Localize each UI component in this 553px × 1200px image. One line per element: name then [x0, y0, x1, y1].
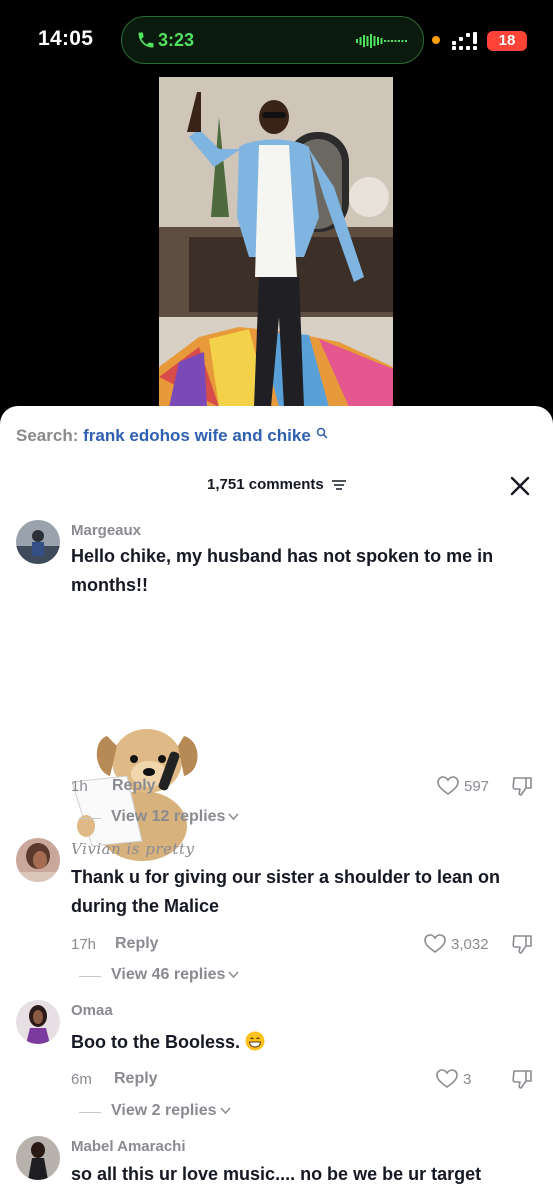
view-replies-label: View 2 replies — [111, 1102, 231, 1120]
status-bar: 14:05 3:23 18 — [0, 0, 553, 80]
video-frame-image — [159, 77, 393, 407]
audio-wave-icon — [356, 34, 407, 48]
search-label: Search: — [16, 426, 79, 445]
comment-text: so all this ur love music.... no be we b… — [71, 1164, 482, 1184]
comment-time: 6m — [71, 1071, 92, 1088]
battery-icon: 18 — [487, 31, 527, 51]
replies-divider — [79, 818, 101, 819]
close-icon[interactable] — [509, 475, 531, 497]
comments-count: 1,751 comments — [207, 476, 324, 493]
phone-icon — [138, 32, 154, 48]
comment-text: Boo to the Booless. — [71, 1032, 241, 1052]
filter-icon[interactable] — [331, 479, 346, 491]
comments-sheet: Search: frank edohos wife and chike 1,75… — [0, 406, 553, 1200]
comment-item: Margeaux Hello chike, my husband has not… — [0, 516, 553, 861]
comment-username[interactable]: Vivian is pretty — [71, 840, 194, 858]
video-player[interactable] — [159, 77, 393, 407]
view-replies-label: View 12 replies — [111, 808, 240, 826]
like-count: 3 — [463, 1071, 472, 1088]
chevron-down-icon — [219, 1107, 231, 1114]
heart-icon — [437, 776, 459, 795]
comment-time: 1h — [71, 778, 88, 795]
comments-count-header: 1,751 comments — [0, 476, 553, 493]
like-count: 597 — [464, 778, 490, 795]
reply-button[interactable]: Reply — [114, 1070, 158, 1088]
reply-button[interactable]: Reply — [115, 935, 159, 953]
mic-indicator-dot — [432, 36, 440, 44]
comment-username[interactable]: Margeaux — [71, 522, 141, 539]
search-query-link[interactable]: frank edohos wife and chike — [83, 426, 311, 445]
dislike-icon[interactable] — [511, 775, 533, 797]
search-icon — [316, 427, 328, 439]
comment-item: Omaa Boo to the Booless. 6m Reply 3 View… — [0, 998, 553, 1128]
heart-icon — [424, 934, 446, 953]
dislike-icon[interactable] — [511, 1068, 533, 1090]
comment-item: Mabel Amarachi so all this ur love music… — [0, 1134, 553, 1200]
avatar[interactable] — [16, 1136, 60, 1180]
dislike-icon[interactable] — [511, 933, 533, 955]
heart-icon — [436, 1069, 458, 1088]
status-time: 14:05 — [38, 27, 94, 50]
signal-icon — [452, 32, 477, 50]
comment-text-row: Boo to the Booless. — [71, 1028, 536, 1057]
replies-divider — [79, 976, 101, 977]
chevron-down-icon — [228, 971, 240, 978]
search-suggestion[interactable]: Search: frank edohos wife and chike — [16, 426, 328, 446]
avatar[interactable] — [16, 520, 60, 564]
active-call-pill[interactable]: 3:23 — [121, 16, 424, 64]
call-duration: 3:23 — [158, 30, 195, 50]
avatar[interactable] — [16, 838, 60, 882]
comment-time: 17h — [71, 936, 97, 953]
replies-divider — [79, 1112, 101, 1113]
comment-text: Hello chike, my husband has not spoken t… — [71, 546, 494, 595]
reply-button[interactable]: Reply — [112, 777, 156, 795]
chevron-down-icon — [228, 813, 240, 820]
grinning-emoji-icon — [245, 1031, 265, 1051]
avatar[interactable] — [16, 1000, 60, 1044]
status-indicators: 18 — [432, 30, 532, 51]
comment-username[interactable]: Omaa — [71, 1002, 113, 1019]
like-count: 3,032 — [451, 936, 489, 953]
comment-text: Thank u for giving our sister a shoulder… — [71, 867, 501, 916]
comment-item: Vivian is pretty Thank u for giving our … — [0, 836, 553, 986]
comment-username[interactable]: Mabel Amarachi — [71, 1138, 186, 1155]
view-replies-label: View 46 replies — [111, 966, 240, 984]
